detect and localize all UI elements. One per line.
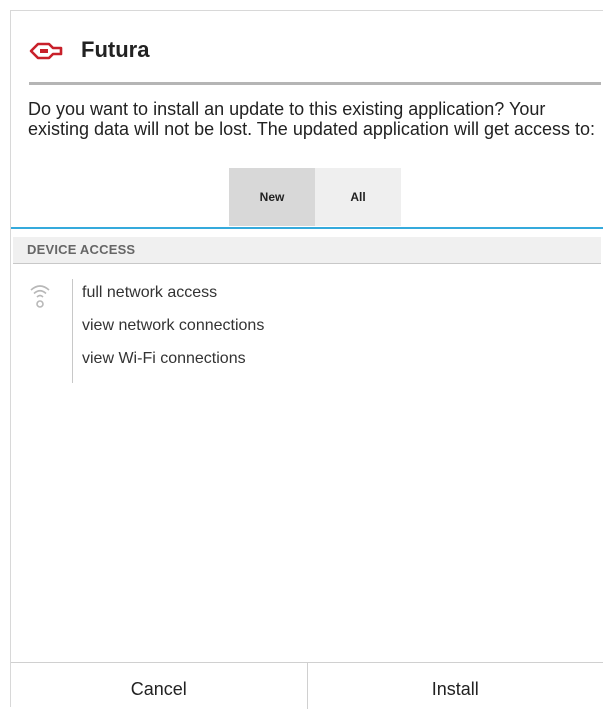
permission-item: full network access <box>82 284 264 317</box>
title-divider <box>29 82 601 85</box>
permission-tabs: New All <box>229 168 401 228</box>
dialog-button-bar: Cancel Install <box>11 662 603 709</box>
wifi-icon <box>29 281 51 311</box>
permission-item: view network connections <box>82 317 264 350</box>
permission-group-line <box>72 279 73 383</box>
permission-list: full network access view network connect… <box>82 284 264 383</box>
section-header-label: DEVICE ACCESS <box>27 242 135 257</box>
app-key-icon <box>29 41 63 61</box>
install-button[interactable]: Install <box>308 663 603 709</box>
tab-underline <box>11 227 603 229</box>
dialog-title-bar: Futura <box>11 11 603 83</box>
install-message: Do you want to install an update to this… <box>28 99 598 139</box>
cancel-button[interactable]: Cancel <box>11 663 307 709</box>
tab-all[interactable]: All <box>315 168 401 226</box>
dialog-title: Futura <box>81 37 149 63</box>
permission-item: view Wi-Fi connections <box>82 350 264 383</box>
install-dialog: Futura Do you want to install an update … <box>10 10 603 707</box>
tab-new[interactable]: New <box>229 168 315 226</box>
section-header: DEVICE ACCESS <box>13 237 601 264</box>
